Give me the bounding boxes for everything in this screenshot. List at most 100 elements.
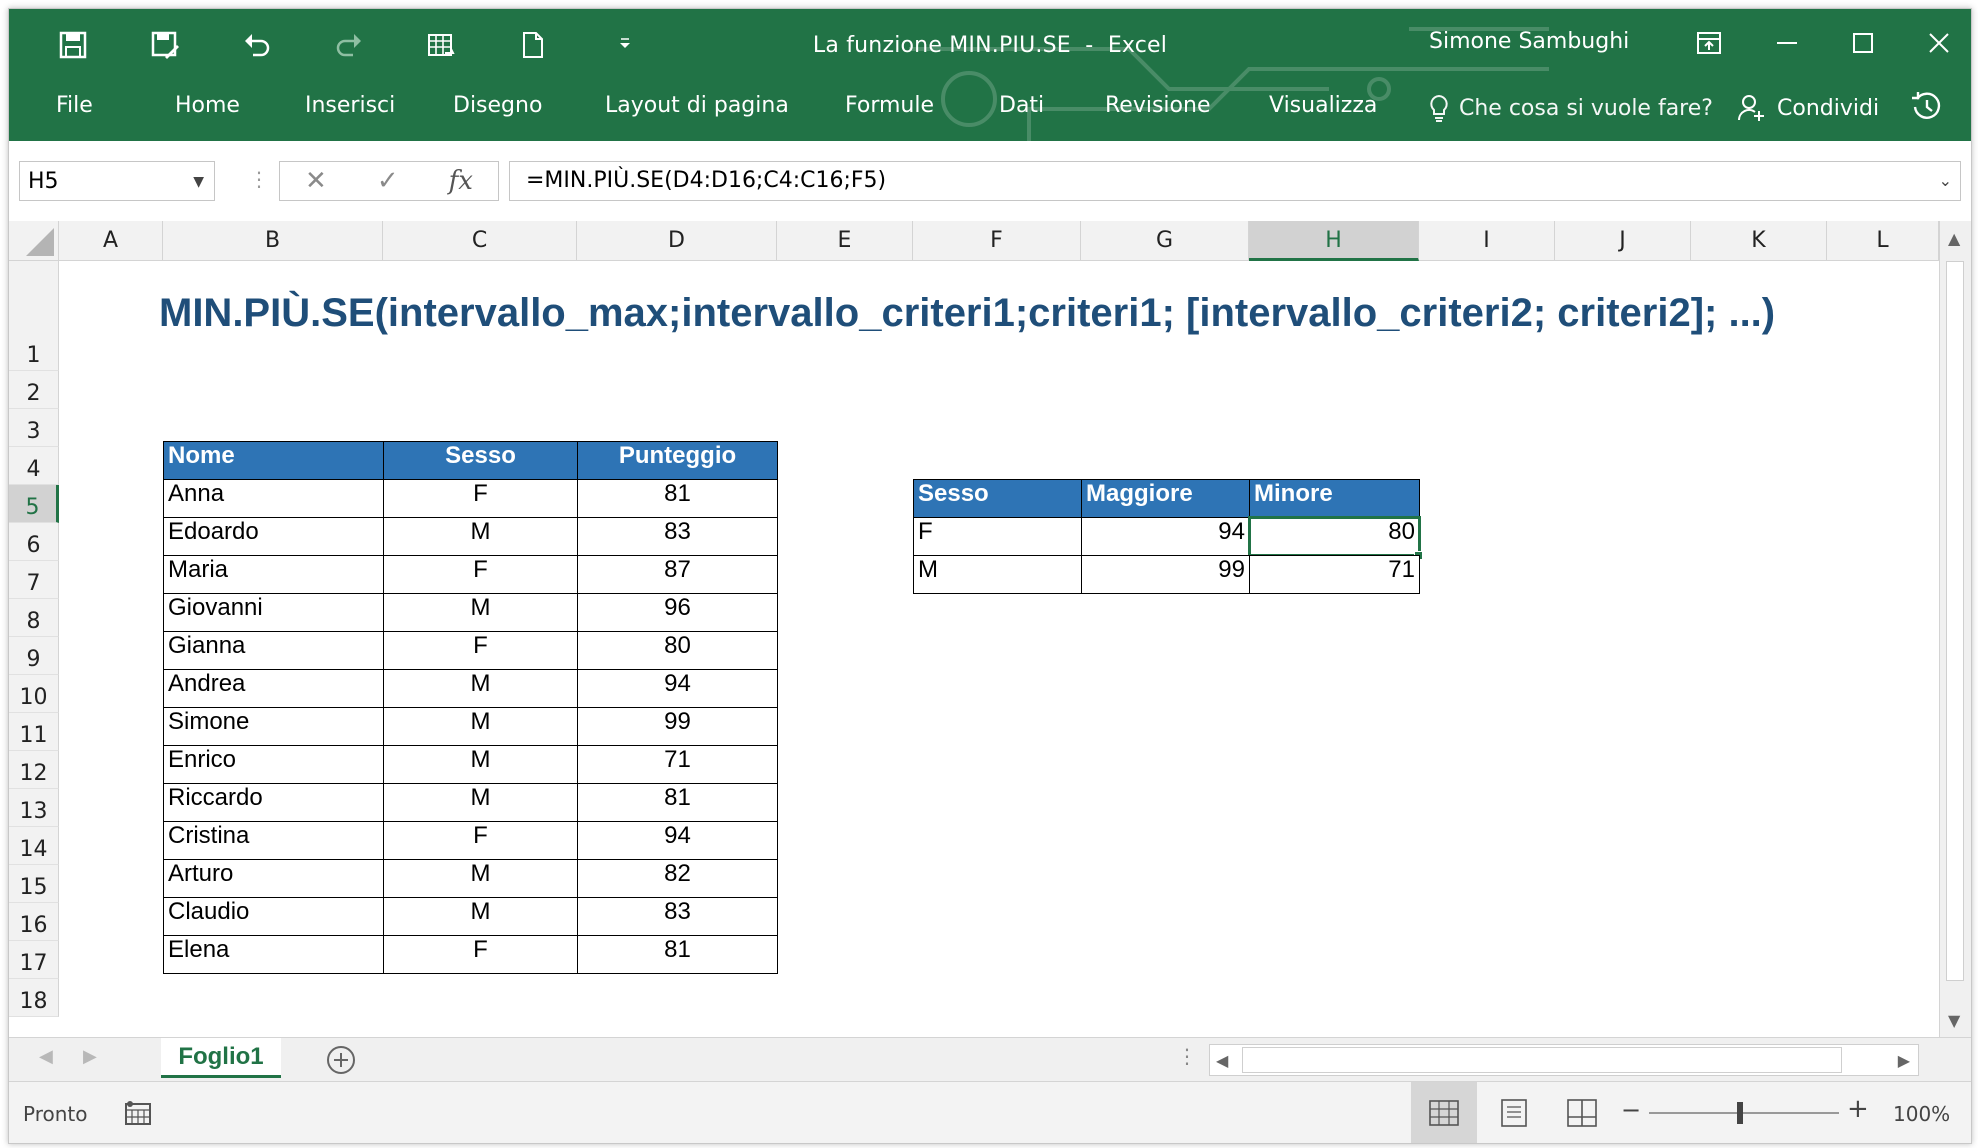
select-all-button[interactable] [9, 221, 59, 261]
table-cell-punteggio[interactable]: 81 [577, 783, 778, 822]
ribbon-display-options-button[interactable] [1685, 23, 1733, 63]
row-header-3[interactable]: 3 [9, 409, 59, 447]
insert-function-icon[interactable]: fx [449, 166, 473, 196]
scroll-left-icon[interactable]: ◀ [1216, 1051, 1228, 1070]
table-cell-sesso[interactable]: M [383, 593, 578, 632]
table-cell-punteggio[interactable]: 80 [577, 631, 778, 670]
zoom-slider-track[interactable] [1649, 1112, 1839, 1114]
confirm-entry-icon[interactable]: ✓ [377, 166, 399, 196]
table-cell-sesso[interactable]: F [383, 631, 578, 670]
row-header-6[interactable]: 6 [9, 523, 59, 561]
tab-revisione[interactable]: Revisione [1105, 93, 1210, 118]
summary-header-minore[interactable]: Minore [1249, 479, 1420, 518]
column-header-b[interactable]: B [163, 221, 383, 261]
formula-bar-grip[interactable]: ⋮ [249, 167, 269, 191]
table-cell-punteggio[interactable]: 71 [577, 745, 778, 784]
zoom-in-icon[interactable]: + [1847, 1094, 1869, 1124]
vertical-scroll-thumb[interactable] [1946, 261, 1964, 981]
tab-visualizza[interactable]: Visualizza [1269, 93, 1377, 118]
table-cell-sesso[interactable]: F [383, 479, 578, 518]
sheet-tab-foglio1[interactable]: Foglio1 [161, 1038, 281, 1078]
table-cell-punteggio[interactable]: 94 [577, 669, 778, 708]
summary-header-sesso[interactable]: Sesso [913, 479, 1082, 518]
tab-split-grip[interactable]: ⋮ [1177, 1044, 1197, 1068]
row-header-2[interactable]: 2 [9, 371, 59, 409]
row-header-16[interactable]: 16 [9, 903, 59, 941]
tell-me-search[interactable]: Che cosa si vuole fare? [1427, 93, 1713, 123]
share-button[interactable]: Condividi [1737, 93, 1879, 123]
scroll-down-icon[interactable]: ▼ [1948, 1011, 1960, 1030]
summary-cell-maggiore[interactable]: 99 [1081, 555, 1250, 594]
page-break-view-button[interactable] [1549, 1082, 1615, 1143]
tab-home[interactable]: Home [175, 93, 240, 118]
active-cell-minore[interactable]: 80 [1248, 516, 1421, 557]
row-header-10[interactable]: 10 [9, 675, 59, 713]
zoom-slider-thumb[interactable] [1737, 1102, 1743, 1124]
row-header-1[interactable]: 1 [9, 261, 59, 371]
tab-file[interactable]: File [56, 93, 93, 118]
column-header-a[interactable]: A [59, 221, 163, 261]
table-cell-nome[interactable]: Gianna [163, 631, 384, 670]
expand-formula-bar-icon[interactable]: ⌄ [1939, 162, 1952, 200]
table-cell-nome[interactable]: Maria [163, 555, 384, 594]
scroll-right-icon[interactable]: ▶ [1898, 1051, 1910, 1070]
zoom-level[interactable]: 100% [1893, 1102, 1950, 1126]
column-header-i[interactable]: I [1419, 221, 1555, 261]
close-window-button[interactable] [1915, 23, 1963, 63]
name-box[interactable]: H5 ▼ [19, 161, 215, 201]
horizontal-scroll-thumb[interactable] [1242, 1047, 1842, 1073]
summary-cell-sesso[interactable]: M [913, 555, 1082, 594]
scroll-up-icon[interactable]: ▲ [1948, 229, 1960, 248]
column-header-c[interactable]: C [383, 221, 577, 261]
row-header-4[interactable]: 4 [9, 447, 59, 485]
table-cell-nome[interactable]: Cristina [163, 821, 384, 860]
scroll-tabs-right-icon[interactable]: ▶ [83, 1046, 97, 1067]
row-header-8[interactable]: 8 [9, 599, 59, 637]
column-header-e[interactable]: E [777, 221, 913, 261]
summary-cell-sesso[interactable]: F [913, 517, 1082, 556]
vertical-scrollbar[interactable]: ▲ ▼ [1939, 221, 1971, 1037]
tab-formule[interactable]: Formule [845, 93, 934, 118]
table-cell-sesso[interactable]: M [383, 859, 578, 898]
user-name[interactable]: Simone Sambughi [1429, 29, 1629, 54]
syntax-heading[interactable]: MIN.PIÙ.SE(intervallo_max;intervallo_cri… [159, 291, 1775, 336]
table-cell-nome[interactable]: Anna [163, 479, 384, 518]
table-cell-punteggio[interactable]: 96 [577, 593, 778, 632]
header-punteggio[interactable]: Punteggio [577, 441, 778, 480]
add-sheet-icon[interactable] [325, 1044, 357, 1076]
column-header-k[interactable]: K [1691, 221, 1827, 261]
tab-layout-di-pagina[interactable]: Layout di pagina [605, 93, 789, 118]
row-header-7[interactable]: 7 [9, 561, 59, 599]
row-header-12[interactable]: 12 [9, 751, 59, 789]
horizontal-scrollbar[interactable]: ◀ ▶ [1209, 1044, 1919, 1076]
summary-cell-maggiore[interactable]: 94 [1081, 517, 1250, 556]
table-cell-nome[interactable]: Andrea [163, 669, 384, 708]
table-cell-punteggio[interactable]: 94 [577, 821, 778, 860]
maximize-button[interactable] [1839, 23, 1887, 63]
row-header-9[interactable]: 9 [9, 637, 59, 675]
table-cell-sesso[interactable]: M [383, 669, 578, 708]
table-cell-sesso[interactable]: F [383, 935, 578, 974]
scroll-tabs-left-icon[interactable]: ◀ [39, 1046, 53, 1067]
table-cell-punteggio[interactable]: 81 [577, 479, 778, 518]
macro-recording-icon[interactable] [123, 1098, 153, 1128]
table-cell-nome[interactable]: Edoardo [163, 517, 384, 556]
table-cell-nome[interactable]: Enrico [163, 745, 384, 784]
tab-inserisci[interactable]: Inserisci [305, 93, 395, 118]
column-header-f[interactable]: F [913, 221, 1081, 261]
table-cell-sesso[interactable]: F [383, 821, 578, 860]
row-header-17[interactable]: 17 [9, 941, 59, 979]
row-header-15[interactable]: 15 [9, 865, 59, 903]
summary-header-maggiore[interactable]: Maggiore [1081, 479, 1250, 518]
zoom-out-icon[interactable]: − [1621, 1096, 1641, 1124]
tab-disegno[interactable]: Disegno [453, 93, 542, 118]
column-header-h[interactable]: H [1249, 221, 1419, 261]
row-header-11[interactable]: 11 [9, 713, 59, 751]
column-header-l[interactable]: L [1827, 221, 1939, 261]
page-layout-view-button[interactable] [1481, 1082, 1547, 1143]
table-cell-nome[interactable]: Riccardo [163, 783, 384, 822]
cancel-entry-icon[interactable]: ✕ [305, 166, 327, 196]
table-cell-punteggio[interactable]: 83 [577, 897, 778, 936]
tab-dati[interactable]: Dati [999, 93, 1044, 118]
table-cell-sesso[interactable]: M [383, 745, 578, 784]
